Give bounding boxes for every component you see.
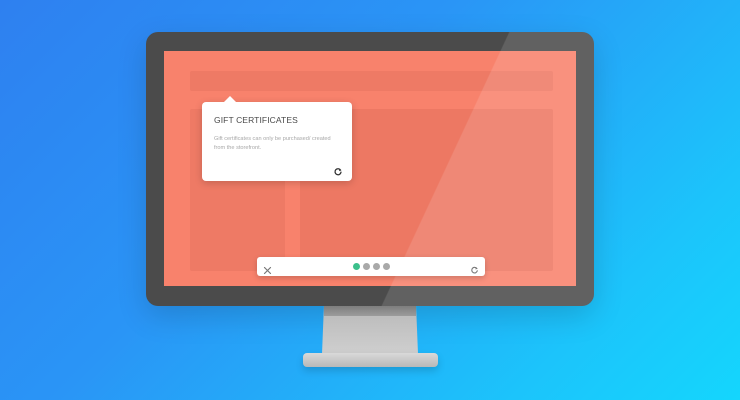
close-icon[interactable] (263, 262, 272, 275)
refresh-icon[interactable] (333, 164, 343, 176)
step-dot-2[interactable] (363, 263, 370, 270)
app-header-placeholder (190, 71, 553, 91)
popover-pointer (224, 96, 236, 102)
step-indicator (353, 263, 390, 270)
monitor-stand-base (303, 353, 438, 367)
popover-title: GIFT CERTIFICATES (214, 115, 298, 125)
popover-description: Gift certificates can only be purchased/… (214, 136, 331, 151)
restart-icon[interactable] (470, 262, 479, 274)
step-dot-1[interactable] (353, 263, 360, 270)
tour-popover: GIFT CERTIFICATES Gift certificates can … (202, 96, 352, 181)
step-dot-3[interactable] (373, 263, 380, 270)
step-dot-4[interactable] (383, 263, 390, 270)
monitor-stand-shadow (324, 306, 416, 316)
tour-navigation-bar (257, 257, 485, 276)
